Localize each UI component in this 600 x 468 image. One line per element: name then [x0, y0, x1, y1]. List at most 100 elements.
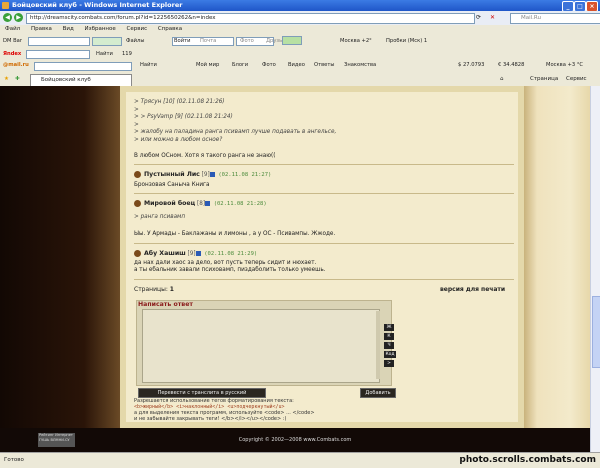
formatting-help: Разрешается использование тегов форматир…: [134, 398, 514, 422]
page-1-link[interactable]: 1: [170, 286, 174, 293]
page-footer: Рейтинг Интернет ГУШЬ ВЛМНИ.СУ Copyright…: [0, 428, 590, 452]
mymir-link[interactable]: Мой мир: [196, 62, 219, 68]
clan-icon: [134, 171, 141, 178]
post-date: (02.11.08 21:28): [213, 201, 267, 207]
ie-icon: [2, 2, 9, 9]
yandex-search-input[interactable]: [26, 50, 90, 59]
dm-bar-label: DM Bar: [3, 38, 22, 44]
code-button[interactable]: Код: [384, 351, 396, 358]
menu-file[interactable]: Файл: [5, 26, 20, 32]
url-input[interactable]: http://dreamscity.combats.com/forum.pl?i…: [26, 13, 475, 24]
post-author[interactable]: Абу Хашиш: [144, 250, 186, 257]
post-header: Абу Хашиш [9] (02.11.08 21:29): [134, 250, 514, 257]
right-parchment-decoration: [524, 86, 590, 428]
mailru-logo: @mail.ru: [3, 62, 29, 68]
copyright: Copyright © 2002—2008 www.Combats.com: [238, 437, 352, 443]
post-level: [8]: [197, 201, 206, 207]
usd-rate[interactable]: $ 27.0793: [458, 62, 484, 68]
post-date: (02.11.08 21:27): [218, 172, 272, 178]
menu-favorites[interactable]: Избранное: [85, 26, 116, 32]
quote-line: > или можно в любом осное?: [134, 136, 223, 143]
mailru-search-input[interactable]: [34, 62, 132, 71]
menu-bar: Файл Правка Вид Избранное Сервис Справка: [0, 25, 600, 34]
eur-rate[interactable]: € 34.4828: [498, 62, 524, 68]
tab-combats[interactable]: Бойцовский клуб: [30, 74, 132, 86]
dm-search-input[interactable]: [28, 37, 90, 46]
weather-mailru[interactable]: Москва +3 °С: [546, 62, 583, 68]
forward-button[interactable]: ▶: [14, 13, 23, 22]
files-dropdown[interactable]: Файлы: [126, 38, 144, 44]
clan-icon: [134, 250, 141, 257]
post-date: (02.11.08 21:29): [204, 251, 258, 257]
post-header: Мировой боец [8] (02.11.08 21:28): [134, 200, 514, 207]
scrollbar-thumb[interactable]: [592, 296, 600, 368]
pages-label: Страницы:: [134, 286, 168, 293]
yandex-logo: Яndex: [3, 51, 22, 57]
quote-line: > жалобу на паладина ранга псивамп лучше…: [134, 129, 337, 135]
info-icon[interactable]: [209, 172, 215, 177]
status-bar: Готово photo.scrolls.combats.com: [0, 452, 600, 468]
title-bar: Бойцовский клуб - Windows Internet Explo…: [0, 0, 600, 12]
home-icon[interactable]: ⌂: [500, 75, 504, 84]
post-divider: [134, 164, 514, 165]
search-input[interactable]: Mail.Ru: [510, 13, 600, 24]
quote-line: >: [134, 106, 139, 113]
stop-icon[interactable]: ✕: [490, 14, 495, 21]
post-quote-block: > Трясун [10] (02.11.08 21:26) > > > Psy…: [134, 99, 514, 144]
page-menu[interactable]: Страница: [530, 75, 558, 84]
mailru-find-button[interactable]: Найти: [140, 62, 157, 68]
menu-help[interactable]: Справка: [158, 26, 182, 32]
post-author[interactable]: Пустынный Лис: [144, 171, 200, 178]
underline-button[interactable]: Ч: [384, 342, 394, 349]
menu-tools[interactable]: Сервис: [127, 26, 148, 32]
reply-textarea[interactable]: [142, 309, 380, 383]
post-level: [9]: [187, 251, 196, 257]
status-text: Готово: [4, 457, 24, 463]
info-icon[interactable]: [205, 201, 211, 206]
dating-link[interactable]: Знакомства: [344, 62, 376, 68]
photo-link[interactable]: Фото: [240, 38, 254, 44]
dm-status-box[interactable]: [92, 37, 122, 46]
photo-link-2[interactable]: Фото: [262, 62, 276, 68]
enter-link[interactable]: Войти: [174, 38, 191, 44]
favorites-star-icon[interactable]: ★: [4, 76, 9, 82]
service-menu[interactable]: Сервис: [566, 75, 587, 84]
mail-count[interactable]: 119: [122, 51, 132, 57]
quote-button[interactable]: >: [384, 360, 394, 367]
menu-edit[interactable]: Правка: [31, 26, 52, 32]
post-author[interactable]: Мировой боец: [144, 200, 195, 207]
yandex-find-button[interactable]: Найти: [96, 51, 113, 57]
answers-link[interactable]: Ответы: [314, 62, 334, 68]
mail-link[interactable]: Почта: [200, 38, 216, 44]
help-line: и не забывайте закрывать теги! </b></i><…: [134, 416, 287, 422]
post-body: да нах дали хаос за дело, вот пусть тепе…: [134, 260, 317, 266]
blogs-link[interactable]: Блоги: [232, 62, 248, 68]
video-link[interactable]: Видео: [288, 62, 305, 68]
bold-button[interactable]: Ж: [384, 324, 394, 331]
forum-parchment: > Трясун [10] (02.11.08 21:26) > > > Psy…: [120, 86, 524, 428]
dm-toolbar: DM Bar Файлы Войти Почта Фото Друзья Мос…: [0, 34, 600, 50]
post-header: Пустынный Лис [9] (02.11.08 21:27): [134, 171, 514, 178]
menu-view[interactable]: Вид: [63, 26, 74, 32]
italic-button[interactable]: К: [384, 333, 394, 340]
post-body: Ыы. У Армады - Баклажаны и лимоны , а у …: [134, 231, 336, 237]
info-icon[interactable]: [195, 251, 201, 256]
add-reply-button[interactable]: Добавить: [360, 388, 396, 398]
left-decoration: [0, 86, 120, 428]
print-version-link[interactable]: версия для печати: [440, 286, 505, 293]
rating-counter[interactable]: Рейтинг Интернет ГУШЬ ВЛМНИ.СУ: [38, 433, 75, 447]
address-bar: ◀ ▶ http://dreamscity.combats.com/forum.…: [0, 11, 600, 26]
post-body: Бронзовая Саныча Книга: [134, 182, 210, 188]
weather-toolbar[interactable]: Москва +2°: [340, 38, 372, 44]
add-favorite-icon[interactable]: ✚: [15, 76, 20, 82]
back-button[interactable]: ◀: [3, 13, 12, 22]
quote-line: > Трясун [10] (02.11.08 21:26): [134, 99, 225, 105]
textarea-scrollbar[interactable]: [376, 311, 380, 379]
translit-button[interactable]: Перевести с транслита в русский: [138, 388, 266, 398]
post-body: В любом ОСном. Хотя я такого ранга не зн…: [134, 153, 276, 159]
green-status-box[interactable]: [282, 36, 302, 45]
refresh-icon[interactable]: ⟳: [476, 14, 481, 21]
post-divider: [134, 243, 514, 244]
traffic-toolbar[interactable]: Пробки (Мск) 1: [386, 38, 427, 44]
page-scrollbar[interactable]: [590, 86, 600, 452]
